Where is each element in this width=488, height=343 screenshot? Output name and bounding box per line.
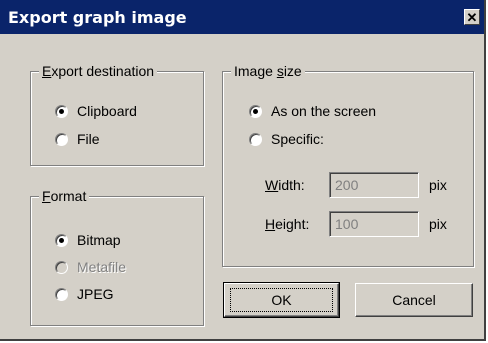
- close-icon: ✕: [466, 9, 478, 25]
- ok-button[interactable]: OK: [223, 282, 340, 318]
- radio-bitmap-label: Bitmap: [77, 232, 121, 248]
- radio-as-on-screen[interactable]: As on the screen: [249, 103, 376, 119]
- cancel-button-label: Cancel: [392, 292, 436, 308]
- width-unit: pix: [429, 177, 447, 193]
- radio-jpeg-button[interactable]: [55, 287, 68, 301]
- radio-bitmap[interactable]: Bitmap: [55, 232, 121, 248]
- radio-metafile-label: Metafile: [77, 259, 127, 275]
- width-field[interactable]: 200: [329, 172, 419, 198]
- close-button[interactable]: ✕: [464, 9, 480, 25]
- height-field[interactable]: 100: [329, 211, 419, 237]
- ok-button-label: OK: [230, 288, 333, 312]
- radio-file-button[interactable]: [55, 132, 68, 146]
- radio-as-on-screen-button[interactable]: [249, 104, 262, 118]
- image-size-legend: Image size: [231, 62, 305, 80]
- format-legend: Format: [39, 187, 90, 205]
- radio-clipboard[interactable]: Clipboard: [55, 103, 137, 119]
- width-label: Width:: [265, 177, 305, 193]
- dialog-title: Export graph image: [8, 8, 187, 27]
- cancel-button[interactable]: Cancel: [355, 283, 473, 317]
- image-size-group: Image size As on the screen Specific: Wi…: [222, 62, 474, 267]
- export-destination-legend: Export destination: [39, 62, 158, 80]
- format-group: Format Bitmap Metafile JPEG: [30, 187, 204, 326]
- radio-jpeg[interactable]: JPEG: [55, 286, 114, 302]
- export-destination-group: Export destination Clipboard File: [30, 62, 204, 166]
- radio-jpeg-label: JPEG: [77, 286, 114, 302]
- radio-bitmap-button[interactable]: [55, 233, 68, 247]
- radio-clipboard-button[interactable]: [55, 104, 68, 118]
- radio-file[interactable]: File: [55, 131, 100, 147]
- radio-metafile: Metafile: [55, 259, 126, 275]
- radio-specific[interactable]: Specific:: [249, 131, 324, 147]
- radio-file-label: File: [77, 131, 100, 147]
- title-bar[interactable]: Export graph image ✕: [0, 0, 484, 34]
- export-graph-image-dialog: Export graph image ✕ Export destination …: [0, 0, 486, 341]
- radio-specific-label: Specific:: [271, 131, 324, 147]
- radio-specific-button[interactable]: [249, 132, 262, 146]
- radio-as-on-screen-label: As on the screen: [271, 103, 377, 119]
- radio-metafile-button: [55, 260, 68, 274]
- height-label: Height:: [265, 216, 310, 232]
- height-unit: pix: [429, 216, 447, 232]
- radio-clipboard-label: Clipboard: [77, 103, 137, 119]
